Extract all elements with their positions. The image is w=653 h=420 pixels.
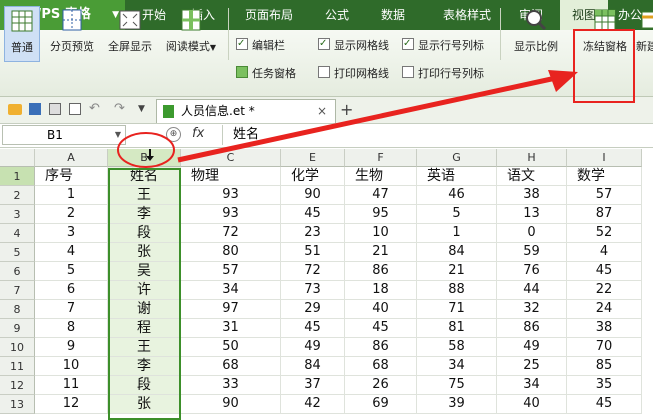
annotation-arrow-line — [177, 75, 557, 163]
annotation-box — [573, 29, 635, 103]
annotation-circle — [117, 132, 175, 168]
column-select-cursor-head — [146, 156, 154, 161]
annotation-overlay — [117, 29, 635, 168]
